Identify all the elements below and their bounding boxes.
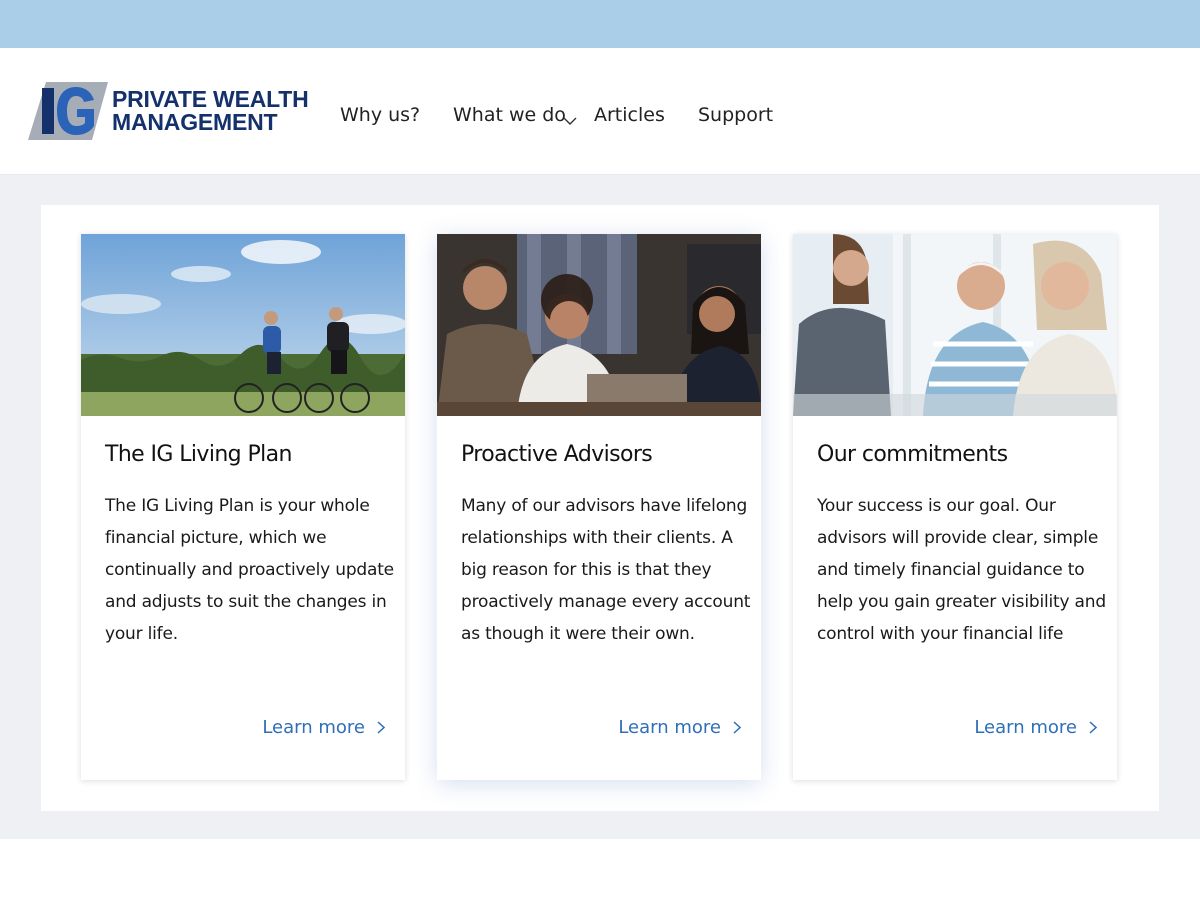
learn-more-label: Learn more	[262, 717, 365, 738]
cyclists-photo	[81, 234, 405, 416]
card-our-commitments: Our commitments Your success is our goal…	[793, 234, 1117, 780]
learn-more-label: Learn more	[974, 717, 1077, 738]
chevron-right-icon	[733, 721, 741, 734]
learn-more-link[interactable]: Learn more	[262, 717, 385, 738]
brand-name-line1: PRIVATE WEALTH	[112, 86, 309, 112]
seniors-conversation-photo	[793, 234, 1117, 416]
learn-more-link[interactable]: Learn more	[974, 717, 1097, 738]
main-content: The IG Living Plan The IG Living Plan is…	[0, 175, 1200, 839]
nav-why-us[interactable]: Why us?	[340, 104, 420, 126]
site-header: PRIVATE WEALTH MANAGEMENT Why us? What w…	[0, 48, 1200, 175]
brand-name: PRIVATE WEALTH MANAGEMENT	[112, 88, 309, 134]
chevron-down-icon[interactable]	[563, 116, 577, 126]
card-description: Many of our advisors have lifelong relat…	[461, 496, 751, 644]
card-ig-living-plan: The IG Living Plan The IG Living Plan is…	[81, 234, 405, 780]
top-banner-bar	[0, 0, 1200, 48]
nav-what-we-do[interactable]: What we do	[453, 104, 566, 126]
card-description: The IG Living Plan is your whole financi…	[105, 496, 394, 644]
card-title: The IG Living Plan	[105, 442, 292, 467]
brand-name-line2: MANAGEMENT	[112, 109, 278, 135]
ig-logo-mark	[28, 82, 108, 140]
card-title: Proactive Advisors	[461, 442, 653, 467]
nav-articles[interactable]: Articles	[594, 104, 665, 126]
chevron-right-icon	[377, 721, 385, 734]
card-description: Your success is our goal. Our advisors w…	[817, 496, 1106, 644]
learn-more-link[interactable]: Learn more	[618, 717, 741, 738]
chevron-right-icon	[1089, 721, 1097, 734]
card-proactive-advisors: Proactive Advisors Many of our advisors …	[437, 234, 761, 780]
cards-panel: The IG Living Plan The IG Living Plan is…	[41, 205, 1159, 811]
advisor-meeting-photo	[437, 234, 761, 416]
nav-support[interactable]: Support	[698, 104, 773, 126]
ig-logo[interactable]: PRIVATE WEALTH MANAGEMENT	[28, 80, 318, 144]
card-title: Our commitments	[817, 442, 1008, 467]
learn-more-label: Learn more	[618, 717, 721, 738]
